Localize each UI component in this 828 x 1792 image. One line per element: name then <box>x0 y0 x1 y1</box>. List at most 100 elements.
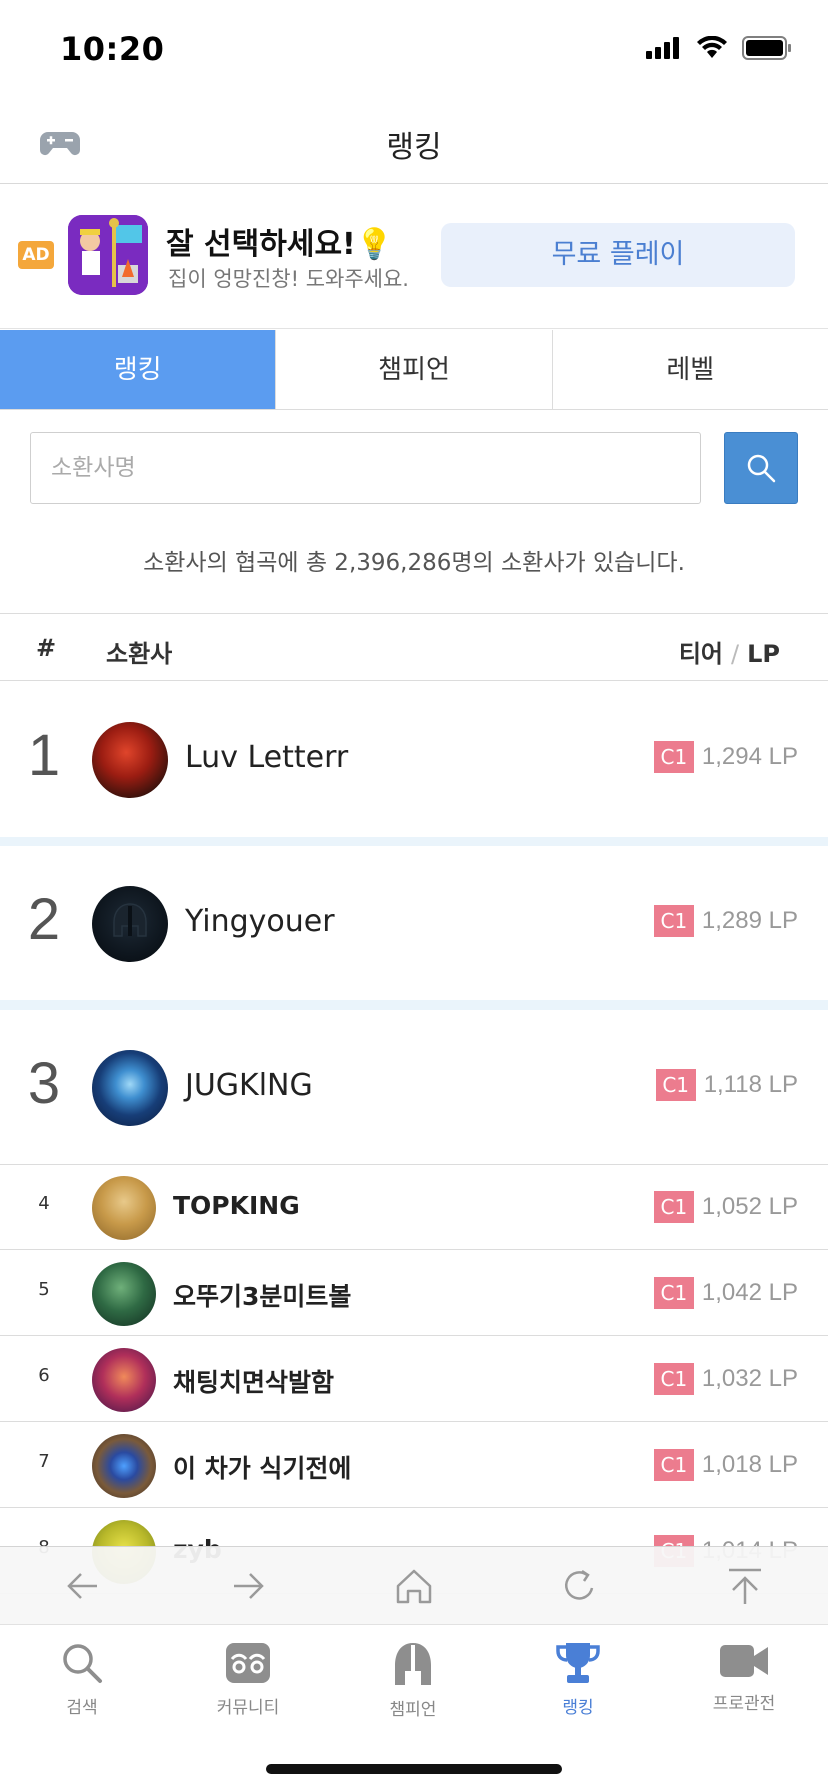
column-summoner: 소환사 <box>106 640 173 668</box>
ad-banner[interactable]: AD 잘 선택하세요!💡 집이 엉망진창! 도와주세요. 무료 플레이 <box>0 185 828 329</box>
home-indicator[interactable] <box>266 1764 562 1774</box>
helmet-emblem <box>113 903 147 937</box>
rank-number: 4 <box>38 1193 50 1214</box>
tab-label: 챔피언 <box>389 1700 437 1720</box>
tab-champion[interactable]: 챔피언 <box>358 1641 468 1720</box>
arrow-right-icon <box>234 1572 265 1599</box>
tier-lp: C1 1,289 LP <box>653 905 798 937</box>
column-rank: # <box>36 634 57 662</box>
tier-badge: C1 <box>653 1449 694 1481</box>
wifi-icon <box>697 36 727 58</box>
community-icon <box>226 1643 270 1683</box>
summoner-avatar <box>92 1050 168 1126</box>
tier-badge: C1 <box>653 905 694 937</box>
ranking-row-1[interactable]: 1 Luv Letterr C1 1,294 LP <box>0 682 828 837</box>
summoner-avatar <box>92 1434 156 1498</box>
tier-lp: C1 1,032 LP <box>653 1363 798 1395</box>
tier-lp: C1 1,018 LP <box>653 1449 798 1481</box>
ranking-row-3[interactable]: 3 JUGKlNG C1 1,118 LP <box>0 1010 828 1165</box>
tier-lp: C1 1,294 LP <box>653 741 798 773</box>
summoner-name: Luv Letterr <box>185 740 349 775</box>
lp-value: 1,294 LP <box>701 743 798 770</box>
lp-value: 1,018 LP <box>701 1451 798 1478</box>
ranking-row-5[interactable]: 5 오뚜기3분미트볼 C1 1,042 LP <box>0 1251 828 1336</box>
summoner-name: 오뚜기3분미트볼 <box>173 1282 352 1311</box>
search-icon <box>747 454 776 483</box>
status-icons <box>646 36 792 60</box>
summoner-name: 채팅치면삭발함 <box>173 1368 335 1397</box>
tier-badge: C1 <box>655 1069 696 1101</box>
ad-badge: AD <box>18 241 54 269</box>
arrow-left-icon <box>67 1572 97 1599</box>
ad-play-button[interactable]: 무료 플레이 <box>441 223 795 287</box>
tab-label: 프로관전 <box>712 1694 776 1714</box>
rank-number: 7 <box>38 1451 50 1472</box>
ad-app-icon[interactable] <box>68 215 148 295</box>
search-icon <box>63 1644 102 1683</box>
lp-value: 1,118 LP <box>703 1071 798 1098</box>
back-button[interactable] <box>53 1556 113 1616</box>
trophy-icon <box>556 1643 600 1683</box>
rank-number: 1 <box>27 723 61 788</box>
tier-badge: C1 <box>653 1277 694 1309</box>
tab-community[interactable]: 커뮤니티 <box>193 1641 303 1718</box>
browser-toolbar <box>0 1546 828 1624</box>
page-title: 랭킹 <box>386 130 442 165</box>
tab-label: 커뮤니티 <box>216 1698 280 1718</box>
summoner-name: JUGKlNG <box>185 1068 313 1103</box>
ad-app-illustration <box>68 215 148 295</box>
ranking-tabs: 랭킹 챔피언 레벨 <box>0 330 828 410</box>
summoner-name: TOPKING <box>173 1191 300 1220</box>
tab-search[interactable]: 검색 <box>27 1641 137 1718</box>
total-summoners-text: 소환사의 협곡에 총 2,396,286명의 소환사가 있습니다. <box>143 550 685 576</box>
tier-badge: C1 <box>653 1191 694 1223</box>
ranking-table-header: # 소환사 티어 / LP <box>0 613 828 681</box>
rank-number: 5 <box>38 1279 50 1300</box>
refresh-button[interactable] <box>550 1556 610 1616</box>
ad-title: 잘 선택하세요!💡 <box>166 227 394 262</box>
refresh-icon <box>564 1569 593 1600</box>
tab-level[interactable]: 레벨 <box>551 330 828 409</box>
ranking-row-6[interactable]: 6 채팅치면삭발함 C1 1,032 LP <box>0 1337 828 1422</box>
ranking-row-7[interactable]: 7 이 차가 식기전에 C1 1,018 LP <box>0 1423 828 1508</box>
tab-champion[interactable]: 챔피언 <box>275 330 551 409</box>
column-lp: LP <box>747 640 780 668</box>
tab-ranking-nav[interactable]: 랭킹 <box>523 1641 633 1718</box>
cellular-signal-icon <box>646 37 679 59</box>
summoner-avatar <box>92 886 168 962</box>
summoner-search-input[interactable]: 소환사명 <box>30 432 701 504</box>
rank-number: 6 <box>38 1365 50 1386</box>
ranking-row-4[interactable]: 4 TOPKING C1 1,052 LP <box>0 1165 828 1250</box>
tab-label: 검색 <box>66 1698 98 1718</box>
summoner-avatar <box>92 722 168 798</box>
summoner-avatar <box>92 1348 156 1412</box>
tier-lp: C1 1,052 LP <box>653 1191 798 1223</box>
tab-ranking[interactable]: 랭킹 <box>0 330 276 409</box>
summoner-name: Yingyouer <box>185 904 335 939</box>
scroll-top-button[interactable] <box>715 1556 775 1616</box>
home-button[interactable] <box>384 1556 444 1616</box>
summoner-avatar <box>92 1176 156 1240</box>
tier-lp: C1 1,042 LP <box>653 1277 798 1309</box>
ranking-row-2[interactable]: 2 Yingyouer C1 1,289 LP <box>0 846 828 1001</box>
rank-number: 2 <box>27 887 61 952</box>
column-tier-lp: 티어 / LP <box>679 634 780 669</box>
tier-badge: C1 <box>653 741 694 773</box>
lp-value: 1,042 LP <box>701 1279 798 1306</box>
tier-lp: C1 1,118 LP <box>655 1069 798 1101</box>
search-button[interactable] <box>724 432 798 504</box>
tab-pro-watch[interactable]: 프로관전 <box>689 1641 799 1714</box>
helmet-icon <box>395 1643 431 1685</box>
lp-value: 1,289 LP <box>701 907 798 934</box>
summoner-name: 이 차가 식기전에 <box>173 1454 352 1483</box>
battery-icon <box>742 36 791 60</box>
app-header: 랭킹 <box>0 100 828 184</box>
home-icon <box>396 1569 432 1603</box>
forward-button[interactable] <box>218 1556 278 1616</box>
lp-value: 1,052 LP <box>701 1193 798 1220</box>
tab-label: 랭킹 <box>562 1698 594 1718</box>
video-icon <box>720 1645 768 1677</box>
column-slash: / <box>731 640 740 668</box>
ad-description: 집이 엉망진창! 도와주세요. <box>168 267 409 291</box>
row-separator <box>0 1000 828 1010</box>
